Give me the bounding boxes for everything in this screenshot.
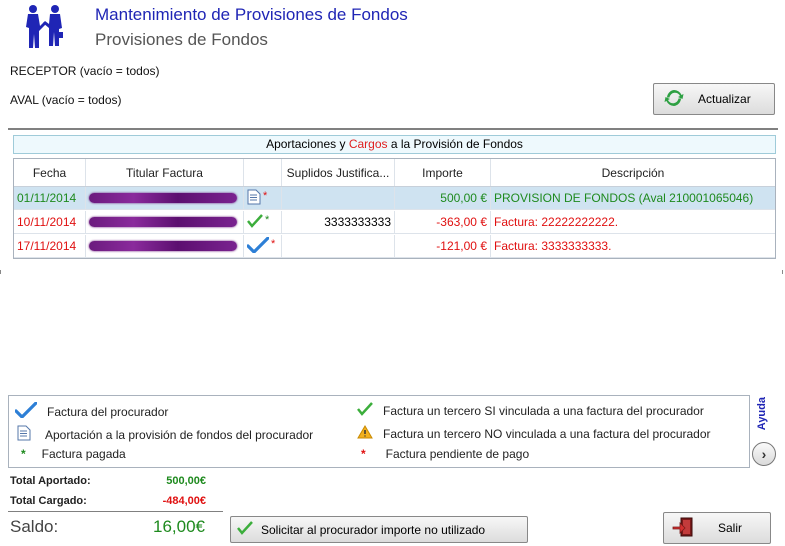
request-button-label: Solicitar al procurador importe no utili… [261,522,486,537]
separator [8,128,778,130]
legend-item: Aportación a la provisión de fondos del … [17,425,313,444]
cell-descripcion: PROVISION DE FONDOS (Aval 210001065046) [494,191,754,205]
receptor-filter-label: RECEPTOR (vacío = todos) [10,64,160,78]
page-title: Mantenimiento de Provisiones de Fondos [95,5,408,24]
cell-descripcion: Factura: 3333333333. [494,239,612,253]
page-subtitle: Provisiones de Fondos [95,30,268,49]
legend-panel: Factura del procurador Aportación a la p… [8,395,750,468]
column-header-suplidos[interactable]: Suplidos Justifica... [282,159,395,186]
legend-item: Factura del procurador [14,401,169,421]
app-logo-icon [22,4,66,48]
total-aportado-value: 500,00€ [166,475,206,487]
green-check-icon [357,402,373,419]
warning-icon [357,425,373,442]
cell-titular-redacted [86,187,244,209]
table-header-row: Fecha Titular Factura Suplidos Justifica… [14,159,775,187]
blue-check-icon [14,401,38,421]
caption-text-1: Aportaciones y [266,137,346,151]
legend-label: Aportación a la provisión de fondos del … [45,427,314,442]
column-header-importe[interactable]: Importe [395,159,491,186]
provisions-table: Fecha Titular Factura Suplidos Justifica… [13,158,776,259]
separator [8,511,223,512]
cell-status: * [244,211,282,233]
paid-star: * [21,447,26,461]
redaction-mark [89,193,237,203]
cell-importe: -363,00 € [395,211,491,233]
total-cargado-label: Total Cargado: [10,495,87,507]
cell-titular-redacted [86,211,244,233]
saldo-value: 16,00€ [153,517,205,536]
exit-button[interactable]: Salir [663,512,771,544]
divider-tick [782,270,783,274]
redaction-mark [89,241,237,251]
table-row[interactable]: 17/11/2014 * -121,00 € Factura: 33333333… [14,235,775,258]
cell-descripcion: Factura: 22222222222. [494,215,619,229]
request-unused-amount-button[interactable]: Solicitar al procurador importe no utili… [230,516,528,543]
document-icon [247,189,261,208]
divider-tick [0,270,1,274]
blue-check-icon [246,235,270,256]
cell-fecha: 10/11/2014 [14,211,86,233]
help-panel: Ayuda › [752,395,782,468]
exit-door-icon [672,516,694,541]
caption-cargos: Cargos [348,137,388,151]
cell-titular-redacted [86,235,244,257]
legend-label: Factura pagada [41,447,126,461]
legend-label: Factura del procurador [47,404,169,419]
refresh-icon [664,88,684,111]
cell-suplidos [282,235,395,257]
table-row[interactable]: 10/11/2014 * 3333333333 -363,00 € Factur… [14,211,775,234]
cell-fecha: 01/11/2014 [14,187,86,209]
column-header-status[interactable] [244,159,282,186]
exit-button-label: Salir [718,521,743,535]
aval-filter-label: AVAL (vacío = todos) [10,93,122,107]
legend-item: Factura un tercero SI vinculada a una fa… [357,402,704,419]
legend-label: Factura un tercero SI vinculada a una fa… [383,403,704,418]
total-aportado-label: Total Aportado: [10,475,91,487]
pending-star: * [271,238,276,250]
chevron-right-icon: › [761,446,767,462]
table-row[interactable]: 01/11/2014 * 500,00 € PROVISION DE FONDO… [14,187,775,210]
update-button[interactable]: Actualizar [653,83,775,115]
pending-star: * [263,190,268,202]
pending-star: * [361,447,366,461]
cell-suplidos [282,187,395,209]
help-expand-button[interactable]: › [752,442,776,466]
legend-label: Factura pendiente de pago [385,447,530,461]
redaction-mark [89,217,237,227]
saldo-label: Saldo: [10,517,59,536]
help-label[interactable]: Ayuda [756,397,768,430]
cell-importe: -121,00 € [395,235,491,257]
cell-importe: 500,00 € [395,187,491,209]
total-cargado-value: -484,00€ [162,495,206,507]
column-header-titular[interactable]: Titular Factura [86,159,244,186]
legend-label: Factura un tercero NO vinculada a una fa… [383,426,711,441]
column-header-fecha[interactable]: Fecha [14,159,86,186]
document-icon [17,425,31,444]
green-check-icon [247,213,263,231]
cell-status: * [244,187,282,209]
column-header-descripcion[interactable]: Descripción [491,159,775,186]
paid-star: * [265,214,270,226]
cell-suplidos: 3333333333 [282,211,395,233]
legend-item: * Factura pendiente de pago [361,447,529,461]
legend-item: Factura un tercero NO vinculada a una fa… [357,425,711,442]
cell-status: * [244,235,282,257]
caption-text-2: a la Provisión de Fondos [390,137,523,151]
cell-fecha: 17/11/2014 [14,235,86,257]
update-button-label: Actualizar [698,92,751,106]
legend-item: * Factura pagada [21,447,126,461]
table-caption: Aportaciones y Cargos a la Provisión de … [13,135,776,154]
green-check-icon [237,521,253,538]
